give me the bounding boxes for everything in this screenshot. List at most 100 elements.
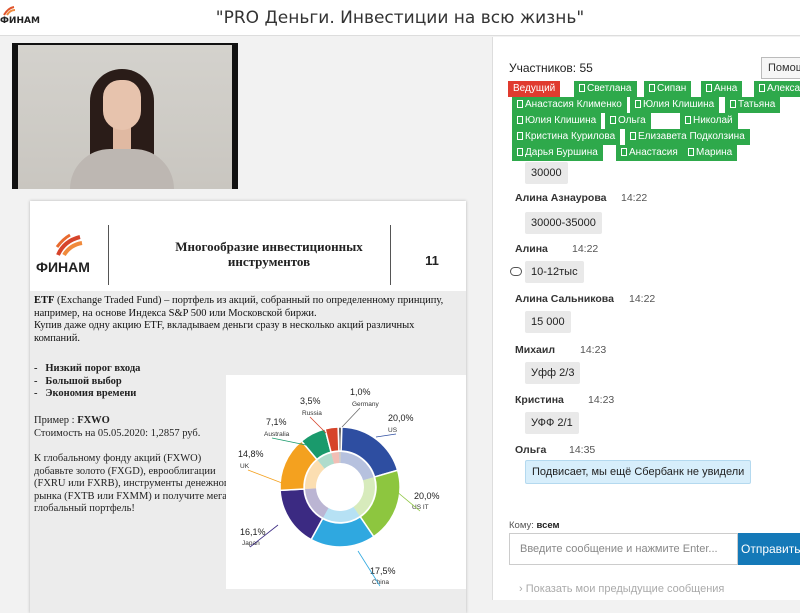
participant-tag[interactable]: Ольга xyxy=(605,113,651,129)
portfolio-advice: К глобальному фонду акций (FXWO) добавьт… xyxy=(34,453,234,514)
message-time: 14:22 xyxy=(629,293,656,305)
participant-tag[interactable]: Анастасия xyxy=(616,145,683,161)
show-previous-link[interactable]: › Показать мои предыдущие сообщения xyxy=(519,583,724,595)
slice-value-label: 3,5% xyxy=(300,396,321,406)
benefits-list: - Низкий порог входа - Большой выбор - Э… xyxy=(34,363,234,401)
example-label: Пример : xyxy=(34,415,78,426)
benefit-item: - Низкий порог входа xyxy=(34,363,141,374)
slice-value-label: 7,1% xyxy=(266,417,287,427)
device-icon xyxy=(621,148,627,156)
participant-tag[interactable]: Юлия Клишина xyxy=(630,97,720,113)
message-bubble: 10-12тыс xyxy=(525,261,584,283)
device-icon xyxy=(517,132,523,140)
recipient-label: Кому: xyxy=(509,520,534,531)
message-bubble: УФФ 2/1 xyxy=(525,412,579,434)
slice-category-label: China xyxy=(372,579,389,586)
device-icon xyxy=(688,148,694,156)
donut-chart-svg: 20,0%US20,0%US IT17,5%China16,1%Japan14,… xyxy=(238,387,440,587)
message-bubble: Подвисает, мы ещё Сбербанк не увидели xyxy=(525,460,752,484)
device-icon xyxy=(685,116,691,124)
device-icon xyxy=(706,84,712,92)
participant-tag[interactable]: Анастасия Клименко xyxy=(512,97,627,113)
leader-line xyxy=(247,469,283,484)
message-author: Ольга xyxy=(515,444,547,456)
recipient-line: Кому: всем xyxy=(509,520,560,531)
benefit-item: - Экономия времени xyxy=(34,388,137,399)
message-input[interactable]: Введите сообщение и нажмите Enter... xyxy=(509,533,738,565)
divider xyxy=(108,225,109,285)
benefit-item: - Большой выбор xyxy=(34,375,122,387)
slice-category-label: UK xyxy=(240,463,250,470)
leader-line xyxy=(341,407,361,428)
participant-tag[interactable]: Марина xyxy=(683,145,738,161)
message-time: 14:23 xyxy=(580,344,607,356)
finam-slide-logo-mark xyxy=(55,233,83,257)
send-button[interactable]: Отправить xyxy=(738,533,800,565)
slice-category-label: Australia xyxy=(264,431,290,438)
slice-value-label: 20,0% xyxy=(414,491,440,501)
device-icon xyxy=(635,100,641,108)
slide-number: 11 xyxy=(425,253,439,268)
participant-tag[interactable]: Дарья Буршина xyxy=(512,145,603,161)
device-icon xyxy=(630,132,636,140)
device-icon xyxy=(649,84,655,92)
message-bubble: 30000 xyxy=(525,162,568,184)
presentation-slide: ФИНАМ Многообразие инвестиционных инстру… xyxy=(30,201,466,613)
participant-tag[interactable]: Сипан xyxy=(644,81,692,97)
slice-value-label: 17,5% xyxy=(370,566,396,576)
allocation-chart: 20,0% US 20,0% US IT 17,5% China 16,1% Japan 14,… xyxy=(226,375,466,589)
message-author: Алина Азнаурова xyxy=(515,192,607,204)
leader-line xyxy=(375,433,397,438)
host-tag[interactable]: Ведущий xyxy=(508,81,561,97)
message-time: 14:35 xyxy=(569,444,596,456)
slide-title: Многообразие инвестиционных инструментов xyxy=(175,239,363,269)
message-author: Алина Сальникова xyxy=(515,293,614,305)
message-bubble: 30000-35000 xyxy=(525,212,602,234)
device-icon xyxy=(759,84,765,92)
slice-value-label: 20,0% xyxy=(388,413,414,423)
slice-category-label: Russia xyxy=(302,410,322,417)
help-button[interactable]: Помощь xyxy=(761,57,800,79)
device-icon xyxy=(517,100,523,108)
participant-tag[interactable]: Анна xyxy=(701,81,743,97)
message-time: 14:22 xyxy=(572,243,599,255)
message-bubble: Уфф 2/3 xyxy=(525,362,581,384)
device-icon xyxy=(517,148,523,156)
page-title: "PRO Деньги. Инвестиции на всю жизнь" xyxy=(215,8,585,28)
participant-tag[interactable]: Юлия Клишина xyxy=(512,113,602,129)
chat-bubble-icon xyxy=(510,267,522,276)
message-author: Алина xyxy=(515,243,548,255)
slide-logo-text: ФИНАМ xyxy=(36,259,90,275)
slice-category-label: Germany xyxy=(352,401,379,408)
donut-inner-slice xyxy=(338,452,342,464)
example-price: Стоимость на 05.05.2020: 1,2857 руб. xyxy=(34,427,201,439)
example-ticker: FXWO xyxy=(77,415,110,426)
device-icon xyxy=(730,100,736,108)
participant-tag[interactable]: Светлана xyxy=(574,81,637,97)
message-author: Кристина xyxy=(515,394,564,406)
slide-logo: ФИНАМ xyxy=(36,233,106,283)
slice-value-label: 1,0% xyxy=(350,387,371,397)
etf-description: ETF (Exchange Traded Fund) – портфель из… xyxy=(34,295,462,345)
message-time: 14:23 xyxy=(588,394,615,406)
message-author: Михаил xyxy=(515,344,556,356)
etf-text: (Exchange Traded Fund) – портфель из акц… xyxy=(34,295,444,319)
slice-value-label: 14,8% xyxy=(238,449,264,459)
recipient-value[interactable]: всем xyxy=(537,520,560,531)
device-icon xyxy=(610,116,616,124)
participant-tag[interactable]: Николай xyxy=(680,113,738,129)
slide-header: ФИНАМ Многообразие инвестиционных инстру… xyxy=(30,201,466,291)
show-previous-label: Показать мои предыдущие сообщения xyxy=(525,583,725,595)
participant-tag[interactable]: Кристина Курилова xyxy=(512,129,621,145)
presentation-area: ФИНАМ Многообразие инвестиционных инстру… xyxy=(0,37,491,613)
device-icon xyxy=(579,84,585,92)
participants-count: Участников: 55 xyxy=(509,61,593,75)
etf-term: ETF xyxy=(34,295,55,306)
participant-tag[interactable]: Александр xyxy=(754,81,800,97)
etf-text-2: Купив даже одну акцию ETF, вкладываем де… xyxy=(34,320,415,344)
slice-category-label: US xyxy=(388,427,398,434)
participant-tag[interactable]: Елизавета Подколзина xyxy=(625,129,750,145)
message-bubble: 15 000 xyxy=(525,311,571,333)
top-bar: ФИНАМ "PRO Деньги. Инвестиции на всю жиз… xyxy=(0,0,800,36)
participant-tag[interactable]: Татьяна xyxy=(725,97,781,113)
